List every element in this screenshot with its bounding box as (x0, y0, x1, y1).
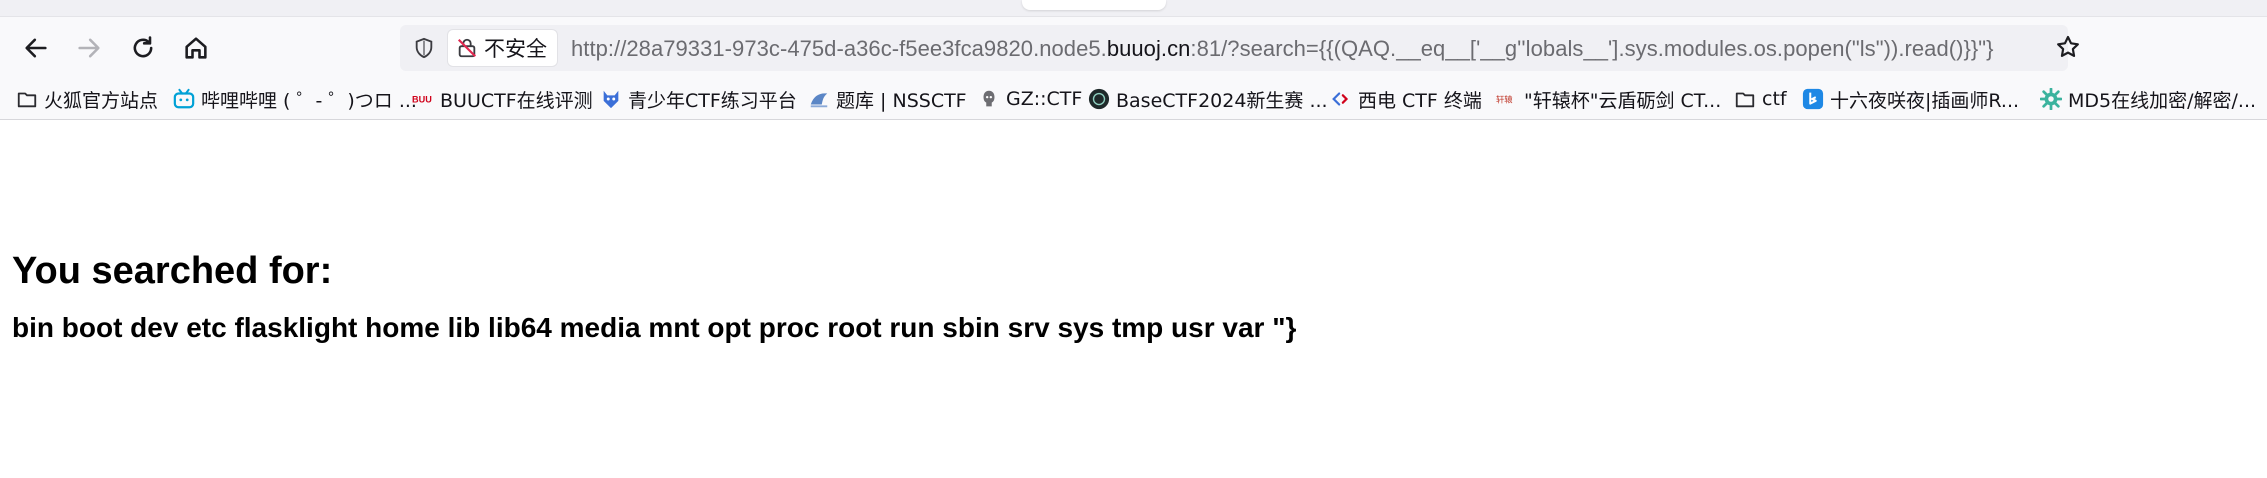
bookmark-item-basectf[interactable]: BaseCTF2024新生赛 ... (1088, 85, 1328, 113)
bookmark-label: 题库 | NSSCTF (836, 89, 967, 112)
bookmark-item-bilibili[interactable]: 哔哩哔哩 ( ゜- ゜)つロ ... (173, 85, 417, 113)
bookmark-item-qsnctf[interactable]: 青少年CTF练习平台 (600, 85, 797, 113)
active-tab-edge[interactable] (1022, 0, 1166, 10)
bookmark-item-ctf-folder[interactable]: ctf (1734, 85, 1787, 113)
bookmark-item-buuctf[interactable]: BUU BUUCTF在线评测 (412, 85, 593, 113)
bing-icon (1802, 88, 1824, 110)
arrow-left-icon (25, 38, 47, 58)
bookmark-label: 哔哩哔哩 ( ゜- ゜)つロ ... (201, 89, 417, 112)
url-text[interactable]: http://28a79331-973c-475d-a36c-f5ee3fca9… (571, 36, 1994, 62)
gzctf-icon (978, 88, 1000, 110)
navigation-toolbar: 不安全 http://28a79331-973c-475d-a36c-f5ee3… (0, 17, 2267, 79)
bookmark-label: 十六夜咲夜|插画师R... (1830, 89, 2020, 112)
bookmarks-toolbar: 火狐官方站点 哔哩哔哩 ( ゜- ゜)つロ ... BUU BUUCTF在线评测… (0, 79, 2267, 120)
gear-icon (2040, 88, 2062, 110)
xidian-icon (1330, 88, 1352, 110)
bookmark-label: GZ::CTF (1006, 88, 1083, 110)
search-result: bin boot dev etc flasklight home lib lib… (12, 312, 1297, 343)
xuanyuan-icon: 轩辕 (1496, 88, 1518, 110)
forward-button[interactable] (70, 29, 108, 67)
bookmark-item-gzctf[interactable]: GZ::CTF (978, 85, 1082, 113)
bookmark-label: BUUCTF在线评测 (440, 89, 593, 112)
bookmark-item-xidian[interactable]: 西电 CTF 终端 (1330, 85, 1482, 113)
tab-strip (0, 0, 2267, 17)
site-security-button[interactable]: 不安全 (448, 30, 557, 66)
bookmark-label: 青少年CTF练习平台 (628, 89, 797, 112)
svg-text:轩辕: 轩辕 (1496, 95, 1513, 105)
folder-icon (1734, 88, 1756, 110)
home-button[interactable] (177, 29, 215, 67)
bookmark-item-xuanyuan[interactable]: 轩辕 "轩辕杯"云盾砺剑 CT... (1496, 85, 1721, 113)
url-prefix: http://28a79331-973c-475d-a36c-f5ee3fca9… (571, 36, 1107, 61)
page-content: You searched for: bin boot dev etc flask… (0, 120, 2267, 478)
search-heading: You searched for: (12, 250, 333, 292)
url-domain: buuoj.cn (1106, 36, 1191, 61)
bookmark-item-nssctf[interactable]: 题库 | NSSCTF (808, 85, 967, 113)
bookmark-item-md5[interactable]: MD5在线加密/解密/... (2040, 85, 2256, 113)
broken-lock-icon (457, 38, 477, 58)
nssctf-icon (808, 88, 830, 110)
back-button[interactable] (17, 29, 55, 67)
bookmark-star-button[interactable] (2055, 34, 2085, 64)
arrow-right-icon (78, 38, 100, 58)
bookmark-item-firefox-sites[interactable]: 火狐官方站点 (16, 85, 158, 113)
bookmark-item-bing[interactable]: 十六夜咲夜|插画师R... (1802, 85, 2019, 113)
buuctf-icon: BUU (412, 88, 434, 110)
bookmark-label: "轩辕杯"云盾砺剑 CT... (1524, 89, 1722, 112)
tracking-protection-button[interactable] (410, 34, 438, 62)
folder-icon (16, 88, 38, 110)
shield-icon (415, 37, 433, 59)
basectf-icon (1088, 88, 1110, 110)
bookmark-label: BaseCTF2024新生赛 ... (1116, 89, 1328, 112)
security-label: 不安全 (484, 37, 547, 61)
svg-text:BUU: BUU (412, 95, 432, 105)
bookmark-label: ctf (1762, 88, 1787, 110)
url-suffix: :81/?search={{(QAQ.__eq__['__g''lobals__… (1190, 36, 1994, 61)
bookmark-label: 火狐官方站点 (44, 89, 159, 112)
reload-icon (133, 36, 153, 58)
home-icon (185, 37, 207, 59)
star-icon (2057, 35, 2079, 57)
address-bar[interactable]: 不安全 http://28a79331-973c-475d-a36c-f5ee3… (400, 25, 2079, 71)
qsnctf-icon (600, 88, 622, 110)
bilibili-icon (173, 88, 195, 110)
bookmark-label: 西电 CTF 终端 (1358, 89, 1482, 112)
reload-button[interactable] (124, 29, 162, 67)
bookmark-label: MD5在线加密/解密/... (2068, 89, 2257, 112)
